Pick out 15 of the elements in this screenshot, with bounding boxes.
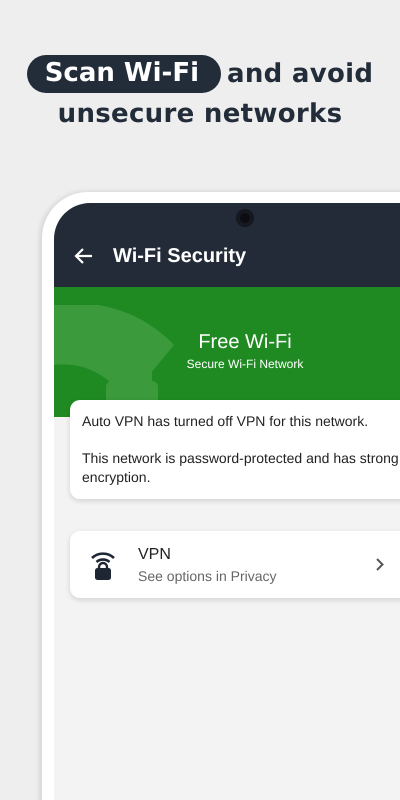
screen-title: Wi-Fi Security (113, 245, 246, 268)
headline-highlight: Scan Wi-Fi (26, 55, 221, 93)
headline-text: unsecure networks (58, 99, 342, 129)
option-title: VPN (138, 546, 172, 564)
option-subtitle: See options in Privacy (138, 568, 278, 584)
status-message: This network is password-protected and has strong encryption. (82, 449, 400, 487)
camera-lens (236, 209, 254, 227)
back-icon[interactable] (73, 247, 93, 265)
status-message: Auto VPN has turned off VPN for this network. (82, 412, 370, 431)
chevron-icon (376, 558, 384, 571)
network-name: Free Wi-Fi (198, 331, 292, 354)
network-subtitle: Secure Wi-Fi Network (186, 357, 304, 371)
option-row[interactable]: VPN See options in Privacy (70, 531, 400, 598)
wifi-lock-icon (90, 550, 116, 580)
headline-text: and avoid (227, 59, 374, 89)
